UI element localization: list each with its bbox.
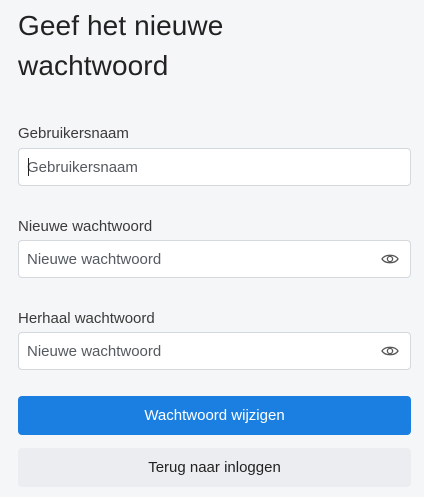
eye-icon: [381, 254, 399, 264]
new-password-label: Nieuwe wachtwoord: [18, 218, 153, 235]
text-cursor: [28, 158, 29, 176]
username-input[interactable]: [27, 149, 367, 185]
show-new-password-button[interactable]: [370, 241, 410, 277]
username-label: Gebruikersnaam: [18, 125, 129, 142]
new-password-field-wrapper: [18, 240, 411, 278]
repeat-password-group: Herhaal wachtwoord: [18, 309, 411, 329]
show-repeat-password-button[interactable]: [370, 333, 410, 369]
change-password-button[interactable]: Wachtwoord wijzigen: [18, 396, 411, 435]
page-title: Geef het nieuwe wachtwoord: [18, 10, 224, 81]
username-group: Gebruikersnaam: [18, 124, 411, 144]
username-field-wrapper: [18, 148, 411, 186]
repeat-password-field-wrapper: [18, 332, 411, 370]
repeat-password-label: Herhaal wachtwoord: [18, 310, 155, 327]
new-password-group: Nieuwe wachtwoord: [18, 217, 411, 237]
eye-icon: [381, 346, 399, 356]
new-password-input[interactable]: [27, 241, 367, 277]
back-to-login-button[interactable]: Terug naar inloggen: [18, 448, 411, 487]
repeat-password-input[interactable]: [27, 333, 367, 369]
reset-password-form: Geef het nieuwe wachtwoord Gebruikersnaa…: [18, 0, 411, 487]
